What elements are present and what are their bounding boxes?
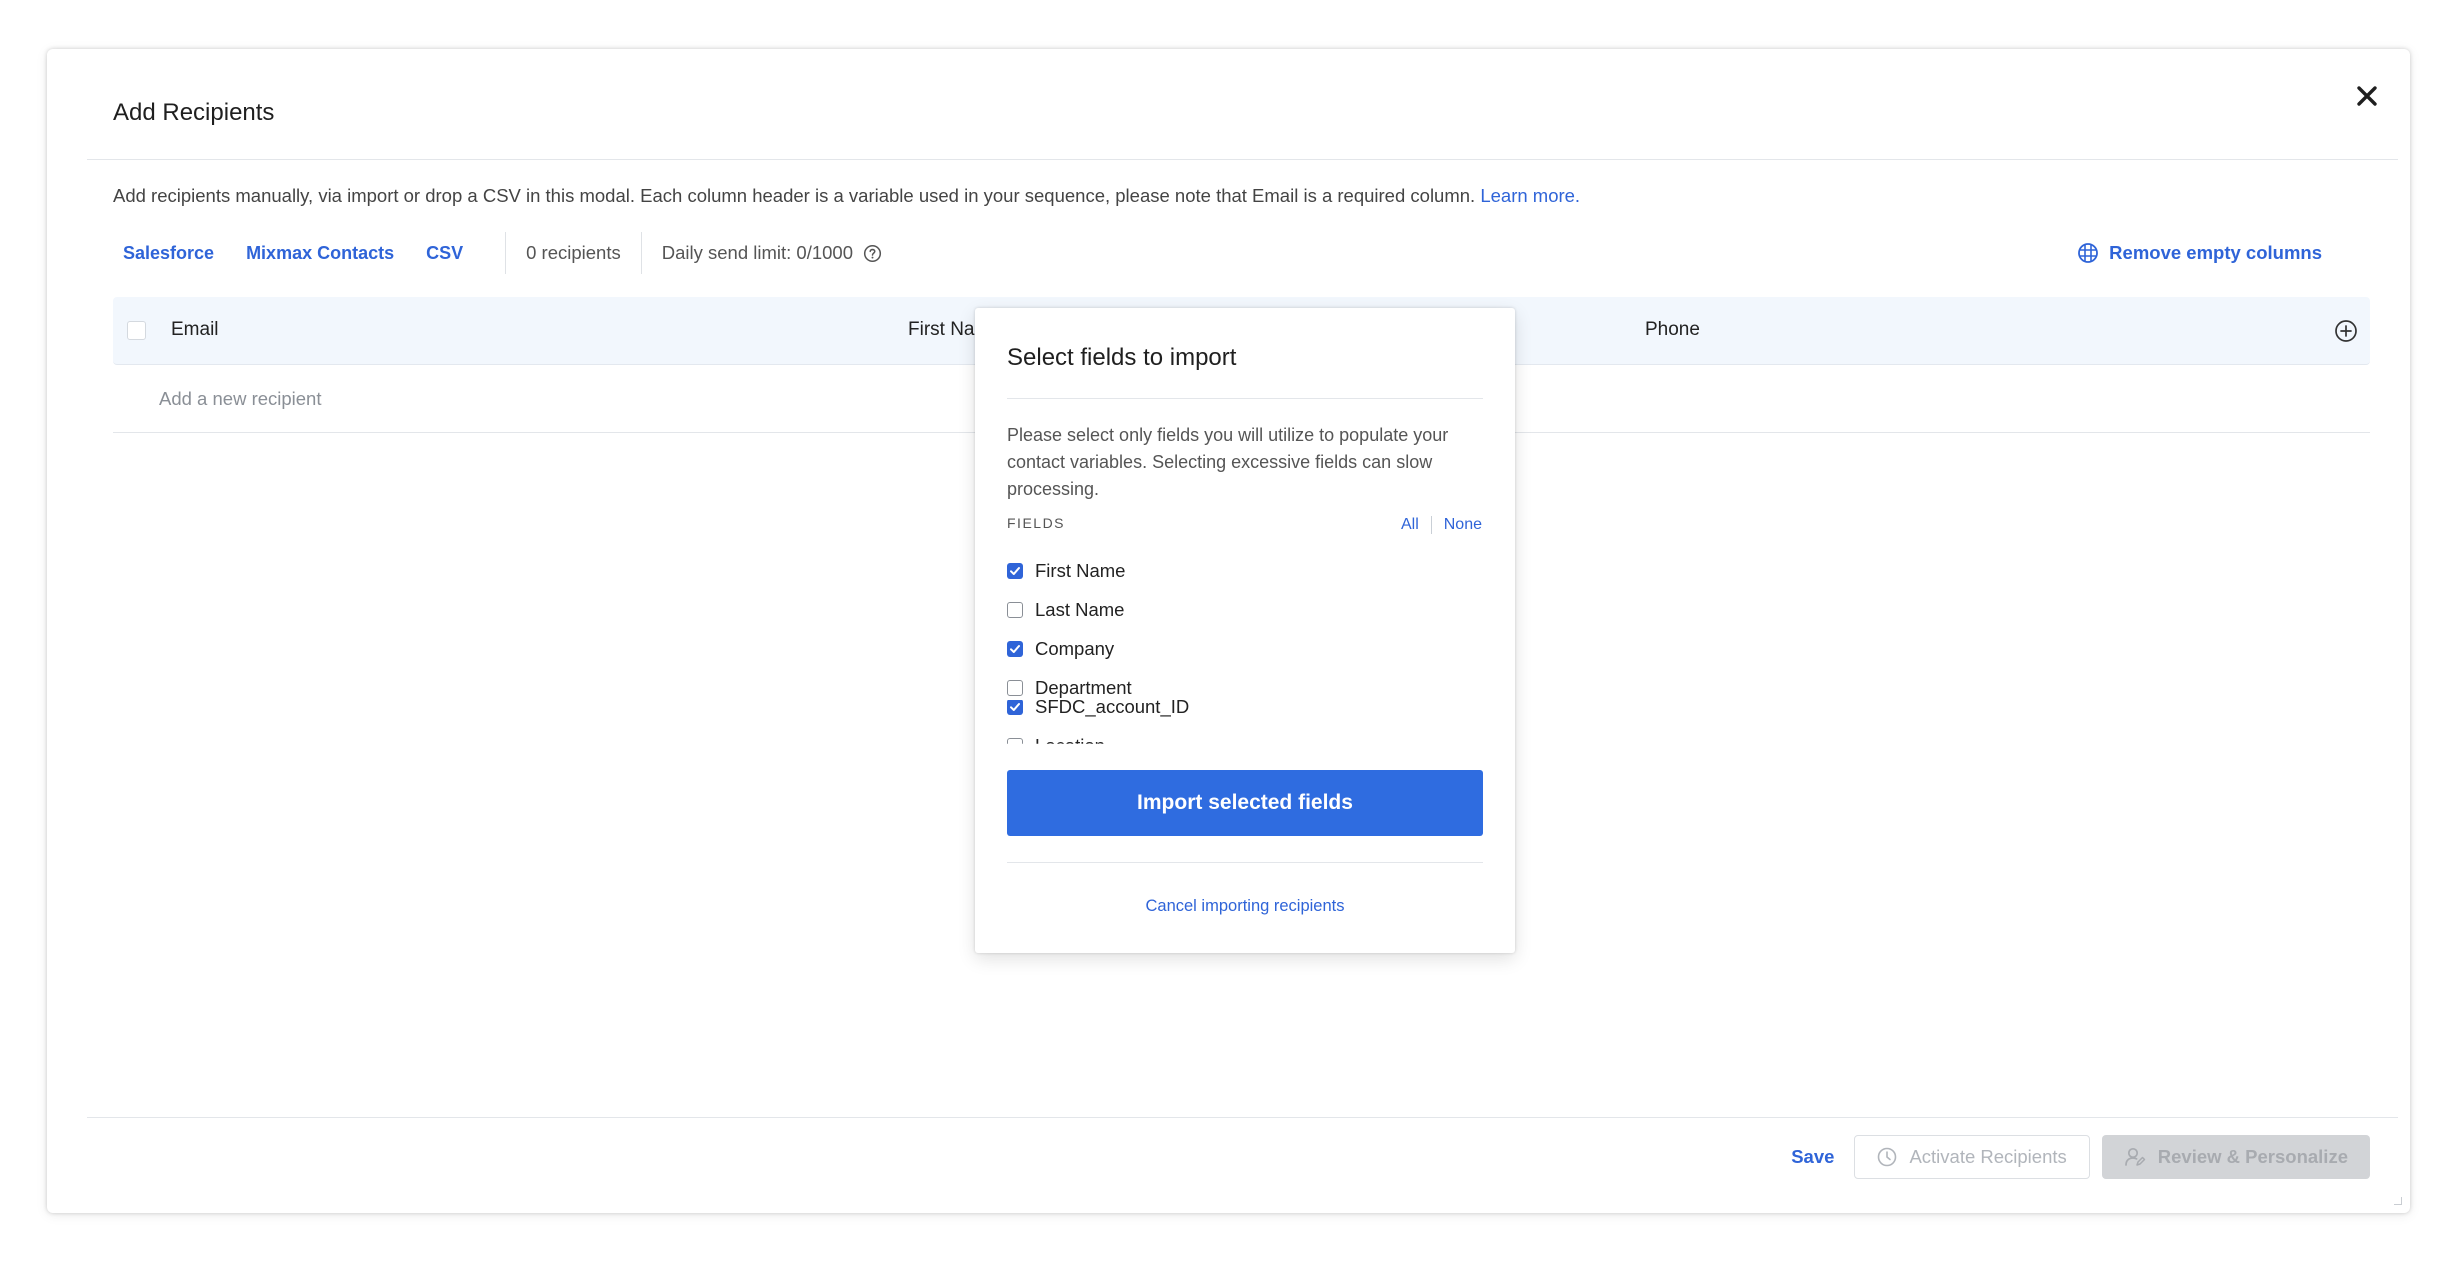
field-label: Last Name	[1035, 599, 1125, 620]
popup-divider	[1007, 398, 1483, 399]
select-fields-popup: Select fields to import Please select on…	[975, 308, 1515, 953]
column-first-name[interactable]: First Nar	[908, 319, 981, 341]
select-all-link[interactable]: All	[1401, 516, 1419, 534]
add-column-button[interactable]	[2332, 317, 2360, 345]
fields-list[interactable]: First Name Last Name Company Department	[1007, 548, 1483, 700]
activate-recipients-button[interactable]: Activate Recipients	[1854, 1135, 2090, 1179]
salesforce-link[interactable]: Salesforce	[123, 243, 214, 264]
import-selected-fields-button[interactable]: Import selected fields	[1007, 770, 1483, 836]
select-all-checkbox[interactable]	[127, 321, 146, 340]
footer-divider	[87, 1117, 2398, 1118]
column-phone[interactable]: Phone	[1645, 319, 1700, 341]
clock-icon	[1878, 1147, 1897, 1167]
checkbox-unchecked[interactable]	[1007, 738, 1023, 744]
plus-circle-icon	[2335, 320, 2357, 342]
field-item[interactable]: Last Name	[1007, 599, 1124, 621]
modal-title: Add Recipients	[113, 99, 275, 126]
field-label: First Name	[1035, 560, 1126, 581]
popup-divider	[1007, 862, 1483, 863]
popup-description: Please select only fields you will utili…	[1007, 425, 1449, 499]
add-recipient-input[interactable]: Add a new recipient	[159, 388, 322, 410]
checkbox-unchecked[interactable]	[1007, 680, 1023, 696]
all-none-separator	[1430, 516, 1432, 534]
remove-empty-columns-button[interactable]: Remove empty columns	[2077, 230, 2322, 276]
field-label: Department	[1035, 677, 1132, 698]
modal-description: Add recipients manually, via import or d…	[113, 185, 1580, 207]
review-personalize-button[interactable]: Review & Personalize	[2101, 1135, 2370, 1179]
fields-label: FIELDS	[1007, 515, 1066, 531]
field-item[interactable]: Company	[1007, 638, 1114, 660]
close-button[interactable]	[2350, 79, 2384, 113]
close-icon	[2357, 86, 2377, 106]
review-label: Review & Personalize	[2157, 1146, 2348, 1167]
description-text: Add recipients manually, via import or d…	[113, 185, 1476, 206]
select-all-none: All None	[1401, 516, 1482, 534]
field-item[interactable]: Location	[1007, 735, 1105, 756]
cancel-importing-link[interactable]: Cancel importing recipients	[975, 897, 1515, 916]
modal-footer: Save Activate Recipients Review & Person…	[1791, 1135, 2370, 1179]
field-item[interactable]: SFDC_account_ID	[1007, 700, 1189, 718]
globe-grid-icon	[2078, 243, 2099, 263]
field-item[interactable]: First Name	[1007, 560, 1125, 582]
import-toolbar: Salesforce Mixmax Contacts CSV 0 recipie…	[113, 230, 2344, 276]
toolbar-divider	[505, 232, 507, 274]
checkbox-checked[interactable]	[1007, 641, 1023, 657]
field-label: Location	[1035, 735, 1105, 756]
checkbox-unchecked[interactable]	[1007, 602, 1023, 618]
csv-link[interactable]: CSV	[426, 243, 463, 264]
mixmax-contacts-link[interactable]: Mixmax Contacts	[246, 243, 394, 264]
popup-title: Select fields to import	[1007, 344, 1237, 371]
header-divider	[87, 159, 2398, 160]
toolbar-divider	[640, 232, 642, 274]
select-none-link[interactable]: None	[1444, 516, 1482, 534]
remove-empty-label: Remove empty columns	[2109, 242, 2322, 263]
user-edit-icon	[2124, 1147, 2146, 1166]
daily-send-limit: Daily send limit: 0/1000	[662, 242, 882, 264]
learn-more-link[interactable]: Learn more.	[1480, 185, 1580, 206]
field-label: SFDC_account_ID	[1035, 700, 1190, 717]
resize-handle[interactable]	[2394, 1197, 2402, 1205]
field-item[interactable]: Department	[1007, 677, 1132, 699]
column-email[interactable]: Email	[171, 319, 219, 341]
daily-limit-text: Daily send limit: 0/1000	[661, 242, 853, 263]
field-label: Company	[1035, 638, 1115, 659]
checkbox-checked[interactable]	[1007, 563, 1023, 579]
activate-label: Activate Recipients	[1909, 1146, 2067, 1167]
recipient-count: 0 recipients	[526, 242, 621, 263]
save-button[interactable]: Save	[1791, 1146, 1834, 1168]
fields-list-continued[interactable]: SFDC_account_ID Location	[1007, 700, 1483, 776]
checkbox-checked[interactable]	[1007, 700, 1023, 715]
help-icon[interactable]	[863, 244, 882, 263]
